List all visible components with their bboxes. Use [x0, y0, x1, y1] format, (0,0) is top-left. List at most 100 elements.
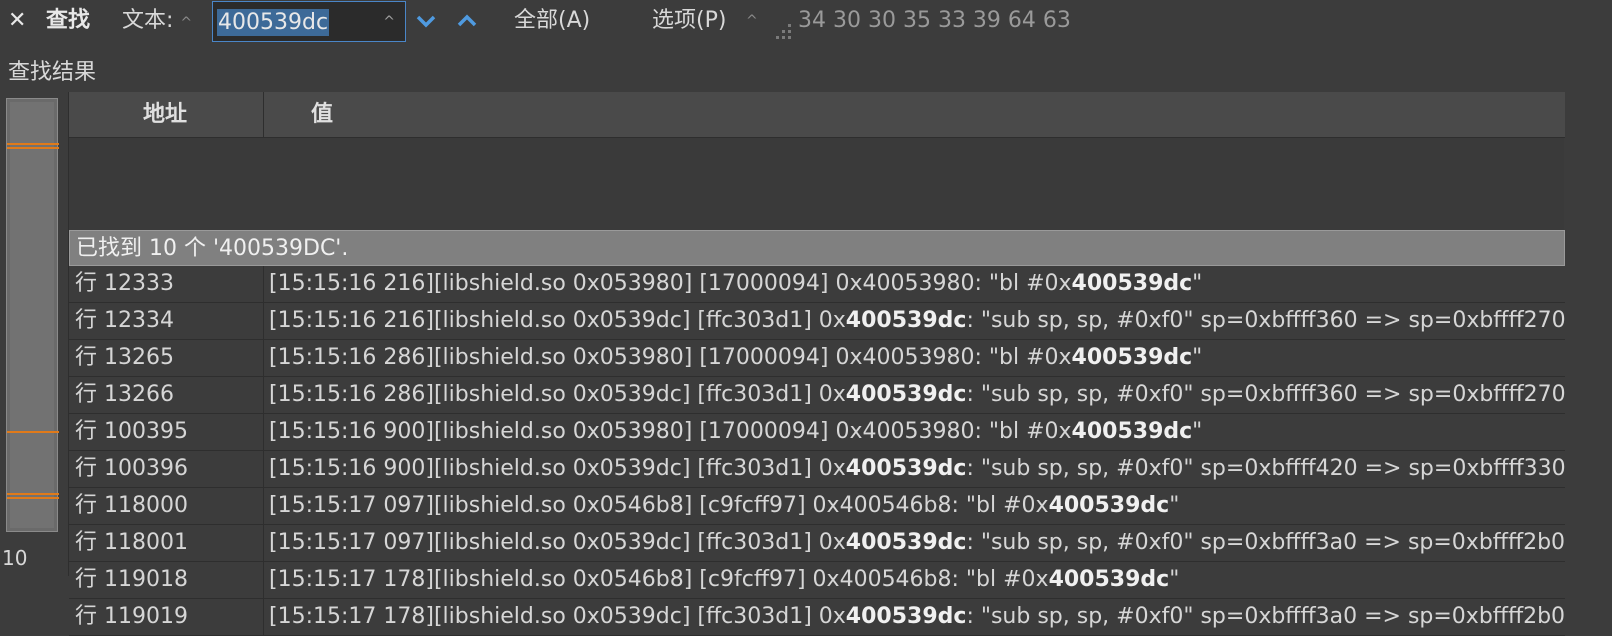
row-address: 行 119018: [75, 567, 188, 592]
row-address: 行 12333: [75, 271, 174, 296]
find-next-button[interactable]: [414, 0, 438, 44]
cell-divider: [263, 599, 264, 636]
row-value-suffix: ": [1192, 345, 1203, 370]
cell-divider: [263, 377, 264, 414]
row-value: [15:15:17 178][libshield.so 0x0546b8] [c…: [269, 562, 1179, 598]
cell-divider: [263, 451, 264, 488]
row-value: [15:15:17 178][libshield.so 0x0539dc] [f…: [269, 599, 1565, 635]
search-hex-bytes: 34 30 30 35 33 39 64 63: [798, 8, 1071, 33]
row-value-prefix: [15:15:16 900][libshield.so 0x053980] [1…: [269, 419, 1072, 444]
row-value: [15:15:17 097][libshield.so 0x0546b8] [c…: [269, 488, 1179, 524]
row-value: [15:15:16 286][libshield.so 0x053980] [1…: [269, 340, 1202, 376]
row-value: [15:15:16 286][libshield.so 0x0539dc] [f…: [269, 377, 1566, 413]
cell-divider: [263, 525, 264, 562]
cell-divider: [263, 266, 264, 303]
row-address: 行 118001: [75, 530, 188, 555]
row-value-suffix: ": [1169, 567, 1180, 592]
table-row[interactable]: 行 13266 [15:15:16 286][libshield.so 0x053…: [69, 377, 1566, 414]
row-value-suffix: : "sub sp, sp, #0xf0" sp=0xbffff360 => s…: [966, 382, 1566, 407]
results-summary-row[interactable]: 已找到 10 个 '400539DC'.: [69, 230, 1565, 266]
cell-divider: [263, 303, 264, 340]
row-address: 行 13265: [75, 345, 174, 370]
match-marker[interactable]: [7, 493, 59, 495]
find-all-button[interactable]: 全部(A): [514, 0, 590, 44]
row-value: [15:15:16 216][libshield.so 0x053980] [1…: [269, 266, 1202, 302]
row-value: [15:15:16 900][libshield.so 0x0539dc] [f…: [269, 451, 1566, 487]
side-count: 10: [2, 546, 28, 570]
text-mode-selector[interactable]: 文本: ^: [122, 0, 192, 44]
match-highlight: 400539dc: [1071, 271, 1193, 296]
table-row[interactable]: 行 13265 [15:15:16 286][libshield.so 0x053…: [69, 340, 1565, 377]
cell-divider: [263, 340, 264, 377]
row-value: [15:15:16 216][libshield.so 0x0539dc] [f…: [269, 303, 1566, 339]
row-address: 行 119019: [75, 604, 188, 629]
grid-header: 地址 值: [69, 92, 1565, 138]
find-toolbar: ✕ 查找 文本: ^ 400539dc ^ 全部(A) 选项(P) ^ 34 3…: [0, 0, 1612, 44]
row-value-suffix: ": [1169, 493, 1180, 518]
row-value-suffix: : "sub sp, sp, #0xf0" sp=0xbffff3a0 => s…: [966, 530, 1566, 555]
table-row[interactable]: 行 119018 [15:15:17 178][libshield.so 0x05…: [69, 562, 1565, 599]
resize-grip-icon[interactable]: [776, 24, 794, 42]
match-overview-strip[interactable]: [6, 98, 59, 532]
chevron-up-icon: ^: [180, 15, 193, 31]
row-value-suffix: : "sub sp, sp, #0xf0" sp=0xbffff3a0 => s…: [966, 604, 1566, 629]
row-value-suffix: : "sub sp, sp, #0xf0" sp=0xbffff420 => s…: [966, 456, 1566, 481]
table-row[interactable]: 行 118000 [15:15:17 097][libshield.so 0x05…: [69, 488, 1565, 525]
search-input-value[interactable]: 400539dc: [217, 9, 330, 36]
column-header-value[interactable]: 值: [311, 92, 333, 138]
table-row[interactable]: 行 100396 [15:15:16 900][libshield.so 0x05…: [69, 451, 1566, 488]
row-value-prefix: [15:15:16 286][libshield.so 0x0539dc] [f…: [269, 382, 846, 407]
results-rows: 行 12333 [15:15:16 216][libshield.so 0x053…: [69, 266, 1566, 636]
match-marker[interactable]: [7, 431, 59, 433]
column-divider[interactable]: [263, 92, 264, 138]
cell-divider: [263, 414, 264, 451]
row-value-prefix: [15:15:17 097][libshield.so 0x0539dc] [f…: [269, 530, 846, 555]
table-row[interactable]: 行 12333 [15:15:16 216][libshield.so 0x053…: [69, 266, 1565, 303]
results-grid: 地址 值 已找到 10 个 '400539DC'. 行 12333 [15:15:…: [68, 92, 1566, 636]
row-value-prefix: [15:15:17 178][libshield.so 0x0539dc] [f…: [269, 604, 846, 629]
row-address: 行 100396: [75, 456, 188, 481]
table-row[interactable]: 行 118001 [15:15:17 097][libshield.so 0x05…: [69, 525, 1565, 562]
row-value: [15:15:16 900][libshield.so 0x053980] [1…: [269, 414, 1202, 450]
chevron-down-icon: [416, 15, 436, 28]
close-icon[interactable]: ✕: [8, 0, 26, 44]
row-address: 行 13266: [75, 382, 174, 407]
match-highlight: 400539dc: [845, 530, 967, 555]
row-value: [15:15:17 097][libshield.so 0x0539dc] [f…: [269, 525, 1565, 561]
match-highlight: 400539dc: [1048, 567, 1170, 592]
match-highlight: 400539dc: [1071, 419, 1193, 444]
chevron-up-icon: [457, 14, 477, 27]
options-chevron-icon[interactable]: ^: [746, 0, 758, 44]
cell-divider: [263, 562, 264, 599]
match-highlight: 400539dc: [845, 308, 967, 333]
match-marker[interactable]: [7, 143, 59, 145]
row-value-prefix: [15:15:16 216][libshield.so 0x0539dc] [f…: [269, 308, 846, 333]
row-value-suffix: ": [1192, 419, 1203, 444]
options-button[interactable]: 选项(P): [652, 0, 726, 44]
row-address: 行 12334: [75, 308, 174, 333]
row-value-suffix: ": [1192, 271, 1203, 296]
table-row[interactable]: 行 12334 [15:15:16 216][libshield.so 0x053…: [69, 303, 1566, 340]
row-value-prefix: [15:15:16 216][libshield.so 0x053980] [1…: [269, 271, 1072, 296]
row-address: 行 100395: [75, 419, 188, 444]
row-value-prefix: [15:15:17 178][libshield.so 0x0546b8] [c…: [269, 567, 1049, 592]
cell-divider: [263, 488, 264, 525]
table-row[interactable]: 行 119019 [15:15:17 178][libshield.so 0x05…: [69, 599, 1565, 636]
match-highlight: 400539dc: [845, 604, 967, 629]
row-value-suffix: : "sub sp, sp, #0xf0" sp=0xbffff360 => s…: [966, 308, 1566, 333]
table-row[interactable]: 行 100395 [15:15:16 900][libshield.so 0x05…: [69, 414, 1565, 451]
match-highlight: 400539dc: [845, 382, 967, 407]
row-address: 行 118000: [75, 493, 188, 518]
match-marker[interactable]: [7, 497, 59, 499]
match-marker[interactable]: [7, 147, 59, 149]
find-title: 查找: [46, 8, 91, 33]
search-history-chevron-icon[interactable]: ^: [383, 2, 395, 42]
text-label: 文本:: [122, 8, 174, 33]
match-highlight: 400539dc: [845, 456, 967, 481]
column-header-address[interactable]: 地址: [143, 92, 187, 138]
find-previous-button[interactable]: [455, 0, 479, 44]
match-highlight: 400539dc: [1048, 493, 1170, 518]
results-title: 查找结果: [8, 60, 97, 85]
search-input[interactable]: 400539dc ^: [212, 1, 406, 42]
row-value-prefix: [15:15:16 286][libshield.so 0x053980] [1…: [269, 345, 1072, 370]
